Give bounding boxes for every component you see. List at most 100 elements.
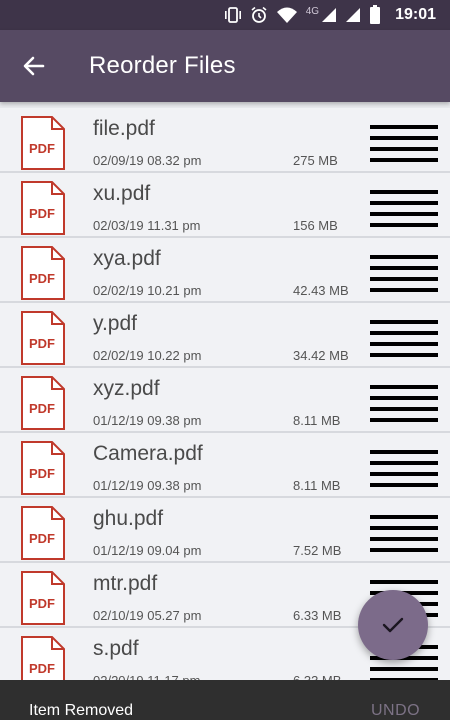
drag-handle-bar <box>370 450 438 454</box>
drag-handle-bar <box>370 580 438 584</box>
drag-handle-icon[interactable] <box>370 385 438 423</box>
drag-handle-bar <box>370 461 438 465</box>
file-list-item[interactable]: PDF xyz.pdf 01/12/19 09.38 pm 8.11 MB <box>0 368 450 433</box>
drag-handle-bar <box>370 190 438 194</box>
signal-icon <box>322 8 337 22</box>
status-icons: 4G 19:01 <box>224 0 450 30</box>
drag-handle-icon[interactable] <box>370 255 438 293</box>
pdf-file-icon: PDF <box>21 376 65 430</box>
drag-handle-icon[interactable] <box>370 125 438 163</box>
drag-handle-bar <box>370 158 438 162</box>
pdf-icon-label: PDF <box>29 401 55 416</box>
drag-handle-bar <box>370 396 438 400</box>
pdf-icon-label: PDF <box>29 271 55 286</box>
battery-icon <box>370 5 381 24</box>
confirm-fab-button[interactable] <box>358 590 428 660</box>
file-list-item[interactable]: PDF file.pdf 02/09/19 08.32 pm 275 MB <box>0 108 450 173</box>
file-date: 01/12/19 09.38 pm <box>93 413 202 428</box>
drag-handle-bar <box>370 385 438 389</box>
pdf-icon-label: PDF <box>29 206 55 221</box>
drag-handle-bar <box>370 548 438 552</box>
file-size: 8.11 MB <box>293 413 341 428</box>
drag-handle-bar <box>370 537 438 541</box>
file-date: 02/02/19 10.22 pm <box>93 348 202 363</box>
drag-handle-bar <box>370 201 438 205</box>
drag-handle-icon[interactable] <box>370 320 438 358</box>
file-size: 275 MB <box>293 153 338 168</box>
file-list-item[interactable]: PDF y.pdf 02/02/19 10.22 pm 34.42 MB <box>0 303 450 368</box>
pdf-file-icon: PDF <box>21 636 65 680</box>
drag-handle-bar <box>370 277 438 281</box>
pdf-icon-label: PDF <box>29 596 55 611</box>
file-date: 02/20/19 11.17 pm <box>93 673 200 680</box>
drag-handle-bar <box>370 353 438 357</box>
undo-button[interactable]: UNDO <box>371 702 420 720</box>
drag-handle-bar <box>370 288 438 292</box>
file-list-item[interactable]: PDF xya.pdf 02/02/19 10.21 pm 42.43 MB <box>0 238 450 303</box>
file-name: y.pdf <box>93 312 137 335</box>
file-date: 02/02/19 10.21 pm <box>93 283 202 298</box>
snackbar-message: Item Removed <box>29 702 134 719</box>
pdf-icon-label: PDF <box>29 336 55 351</box>
file-size: 42.43 MB <box>293 283 349 298</box>
file-list-item[interactable]: PDF Camera.pdf 01/12/19 09.38 pm 8.11 MB <box>0 433 450 498</box>
pdf-file-icon: PDF <box>21 181 65 235</box>
file-name: xya.pdf <box>93 247 161 270</box>
network-label: 4G <box>305 5 320 17</box>
drag-handle-bar <box>370 472 438 476</box>
drag-handle-icon[interactable] <box>370 515 438 553</box>
drag-handle-bar <box>370 418 438 422</box>
file-size: 6.33 MB <box>293 673 341 680</box>
drag-handle-bar <box>370 407 438 411</box>
drag-handle-bar <box>370 526 438 530</box>
clock: 19:01 <box>395 6 436 23</box>
file-size: 8.11 MB <box>293 478 341 493</box>
signal-icon-secondary <box>346 8 361 22</box>
drag-handle-icon[interactable] <box>370 190 438 228</box>
drag-handle-bar <box>370 667 438 671</box>
pdf-file-icon: PDF <box>21 311 65 365</box>
pdf-file-icon: PDF <box>21 441 65 495</box>
file-date: 01/12/19 09.04 pm <box>93 543 202 558</box>
pdf-icon-label: PDF <box>29 141 55 156</box>
file-date: 02/10/19 05.27 pm <box>93 608 202 623</box>
drag-handle-bar <box>370 136 438 140</box>
drag-handle-icon[interactable] <box>370 450 438 488</box>
pdf-file-icon: PDF <box>21 116 65 170</box>
pdf-file-icon: PDF <box>21 246 65 300</box>
file-list-item[interactable]: PDF ghu.pdf 01/12/19 09.04 pm 7.52 MB <box>0 498 450 563</box>
file-size: 156 MB <box>293 218 338 233</box>
drag-handle-bar <box>370 125 438 129</box>
file-name: Camera.pdf <box>93 442 203 465</box>
file-size: 34.42 MB <box>293 348 349 363</box>
status-bar: 4G 19:01 <box>0 0 450 30</box>
page-title: Reorder Files <box>89 52 236 79</box>
pdf-file-icon: PDF <box>21 506 65 560</box>
arrow-left-icon <box>23 56 45 76</box>
drag-handle-bar <box>370 342 438 346</box>
vibrate-icon <box>224 7 241 23</box>
file-date: 02/03/19 11.31 pm <box>93 218 201 233</box>
pdf-file-icon: PDF <box>21 571 65 625</box>
file-name: file.pdf <box>93 117 155 140</box>
pdf-icon-label: PDF <box>29 661 55 676</box>
file-name: mtr.pdf <box>93 572 158 595</box>
checkmark-icon <box>382 617 404 633</box>
drag-handle-bar <box>370 483 438 487</box>
file-name: s.pdf <box>93 637 139 660</box>
pdf-icon-label: PDF <box>29 531 55 546</box>
wifi-icon <box>276 7 297 23</box>
file-list-item[interactable]: PDF xu.pdf 02/03/19 11.31 pm 156 MB <box>0 173 450 238</box>
drag-handle-bar <box>370 331 438 335</box>
drag-handle-bar <box>370 320 438 324</box>
back-button[interactable] <box>12 44 56 88</box>
snackbar: Item Removed UNDO <box>0 680 450 720</box>
file-date: 02/09/19 08.32 pm <box>93 153 202 168</box>
file-name: xu.pdf <box>93 182 151 205</box>
file-name: ghu.pdf <box>93 507 164 530</box>
alarm-icon <box>251 6 267 23</box>
drag-handle-bar <box>370 266 438 270</box>
pdf-icon-label: PDF <box>29 466 55 481</box>
app-bar: Reorder Files <box>0 30 450 102</box>
drag-handle-bar <box>370 515 438 519</box>
